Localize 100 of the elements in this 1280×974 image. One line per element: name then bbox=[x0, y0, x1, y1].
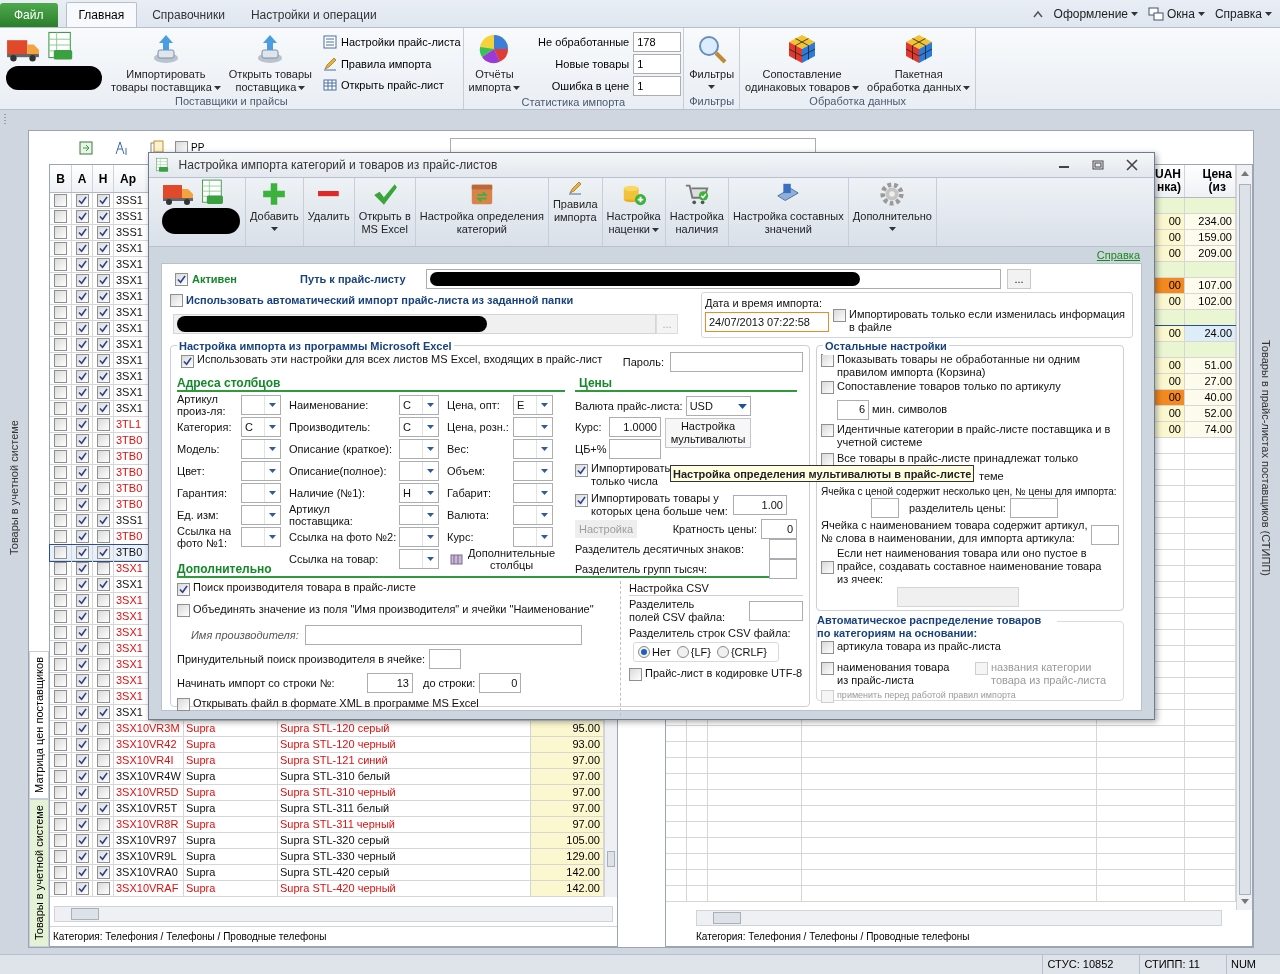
column-header[interactable]: В bbox=[50, 165, 72, 192]
checkbox[interactable] bbox=[54, 258, 67, 271]
checkbox[interactable] bbox=[96, 690, 110, 703]
radio-button[interactable] bbox=[638, 646, 650, 658]
text-field[interactable]: 13 bbox=[367, 673, 413, 693]
menu-button[interactable]: Справка bbox=[1214, 4, 1272, 23]
text-field[interactable] bbox=[670, 352, 803, 372]
checkbox[interactable] bbox=[54, 306, 67, 319]
checkbox[interactable] bbox=[821, 381, 834, 394]
table-row[interactable]: 3SX10VR5D Supra Supra STL-310 черный 97.00 bbox=[50, 785, 604, 801]
checkbox[interactable] bbox=[75, 610, 89, 623]
text-field[interactable]: 24/07/2013 07:22:58 bbox=[705, 312, 829, 332]
checkbox[interactable] bbox=[96, 434, 110, 447]
dropdown[interactable] bbox=[513, 461, 553, 481]
checkbox[interactable] bbox=[96, 514, 110, 527]
checkbox[interactable] bbox=[96, 594, 110, 607]
checkbox[interactable] bbox=[75, 290, 89, 303]
table-row[interactable]: 3SX10VR9L Supra Supra STL-330 черный 129.00 bbox=[50, 849, 604, 865]
toolbar-button[interactable]: Дополнительно bbox=[849, 178, 935, 246]
checkbox[interactable] bbox=[54, 818, 67, 831]
checkbox[interactable] bbox=[96, 194, 110, 207]
dropdown[interactable] bbox=[241, 527, 281, 547]
checkbox[interactable] bbox=[75, 850, 89, 863]
scroll-thumb[interactable] bbox=[1238, 184, 1251, 895]
text-field[interactable] bbox=[1009, 498, 1058, 518]
extra-columns-link[interactable]: Дополнительные столбцы bbox=[468, 547, 556, 571]
checkbox[interactable] bbox=[54, 706, 67, 719]
browse-button[interactable]: ... bbox=[1007, 269, 1031, 289]
checkbox[interactable] bbox=[96, 546, 110, 559]
checkbox[interactable] bbox=[96, 210, 110, 223]
checkbox[interactable] bbox=[96, 754, 110, 767]
dropdown[interactable] bbox=[513, 505, 553, 525]
checkbox[interactable] bbox=[54, 498, 67, 511]
toolbar-button[interactable]: Пакетная обработка данных bbox=[864, 30, 974, 94]
checkbox[interactable] bbox=[54, 210, 67, 223]
sort-icon[interactable] bbox=[113, 139, 129, 156]
checkbox[interactable] bbox=[821, 661, 834, 675]
toolbar-button[interactable]: Настройка составных значений bbox=[729, 178, 847, 246]
close-icon[interactable] bbox=[1126, 159, 1138, 171]
checkbox[interactable] bbox=[54, 770, 67, 783]
dropdown[interactable]: H bbox=[399, 483, 439, 503]
checkbox[interactable] bbox=[821, 641, 834, 654]
dropdown[interactable]: E bbox=[513, 395, 553, 415]
toolbar-button[interactable]: Сопоставление одинаковых товаров bbox=[742, 30, 863, 94]
dropdown[interactable] bbox=[399, 439, 439, 459]
table-row[interactable]: 3SX10VR4W Supra Supra STL-310 белый 97.00 bbox=[50, 769, 604, 785]
checkbox[interactable] bbox=[75, 818, 89, 831]
checkbox[interactable] bbox=[54, 322, 67, 335]
checkbox[interactable] bbox=[75, 434, 89, 447]
checkbox[interactable] bbox=[75, 626, 89, 639]
checkbox[interactable] bbox=[96, 322, 110, 335]
checkbox[interactable] bbox=[96, 402, 110, 415]
vertical-tab[interactable]: Товары в учетной системе bbox=[29, 799, 49, 947]
checkbox[interactable] bbox=[96, 306, 110, 319]
dropdown[interactable] bbox=[513, 417, 553, 437]
checkbox[interactable] bbox=[96, 290, 110, 303]
checkbox[interactable] bbox=[821, 561, 834, 574]
checkbox[interactable] bbox=[54, 562, 67, 575]
checkbox[interactable] bbox=[75, 802, 89, 815]
text-field[interactable]: 1.0000 bbox=[609, 417, 661, 437]
table-row[interactable]: 3SX10VR4I Supra Supra STL-121 синий 97.00 bbox=[50, 753, 604, 769]
checkbox[interactable] bbox=[54, 226, 67, 239]
checkbox[interactable] bbox=[75, 770, 89, 783]
table-row[interactable]: 3SX10VR42 Supra Supra STL-120 черный 93.00 bbox=[50, 737, 604, 753]
checkbox[interactable] bbox=[54, 290, 67, 303]
checkbox[interactable] bbox=[96, 706, 110, 719]
ribbon-small-button[interactable]: Правила импорта bbox=[322, 55, 461, 72]
column-header[interactable]: UAH нка) bbox=[1155, 168, 1181, 194]
checkbox[interactable] bbox=[96, 882, 110, 895]
checkbox[interactable] bbox=[54, 882, 67, 895]
dropdown[interactable] bbox=[241, 461, 281, 481]
text-field[interactable]: 178 bbox=[633, 32, 682, 52]
text-field[interactable] bbox=[173, 314, 656, 334]
checkbox[interactable] bbox=[181, 355, 194, 369]
checkbox[interactable] bbox=[54, 546, 67, 559]
checkbox[interactable] bbox=[54, 626, 67, 639]
toolbar-button[interactable]: Отчёты импорта bbox=[465, 30, 524, 94]
checkbox[interactable] bbox=[75, 482, 89, 495]
checkbox[interactable] bbox=[96, 818, 110, 831]
text-field[interactable] bbox=[769, 539, 797, 559]
checkbox[interactable] bbox=[75, 402, 89, 415]
checkbox[interactable] bbox=[54, 434, 67, 447]
checkbox[interactable] bbox=[75, 578, 89, 591]
vertical-tab[interactable]: Товары в прайс-листах поставщиков (СТИПП) bbox=[1257, 340, 1275, 576]
dropdown[interactable] bbox=[241, 505, 281, 525]
checkbox[interactable] bbox=[96, 242, 110, 255]
checkbox[interactable] bbox=[75, 514, 89, 527]
checkbox[interactable] bbox=[54, 834, 67, 847]
ribbon-small-button[interactable]: Настройки прайс-листа bbox=[322, 34, 461, 51]
text-field[interactable] bbox=[429, 649, 462, 669]
checkbox[interactable] bbox=[175, 272, 188, 286]
checkbox[interactable] bbox=[54, 690, 67, 703]
toolbar-button[interactable]: Настройка наличия bbox=[666, 178, 727, 246]
dropdown[interactable] bbox=[399, 505, 439, 525]
dropdown[interactable] bbox=[513, 527, 553, 547]
checkbox[interactable] bbox=[75, 882, 89, 895]
text-field[interactable] bbox=[609, 439, 661, 459]
checkbox[interactable] bbox=[75, 370, 89, 383]
checkbox[interactable] bbox=[75, 866, 89, 879]
checkbox[interactable] bbox=[75, 642, 89, 655]
